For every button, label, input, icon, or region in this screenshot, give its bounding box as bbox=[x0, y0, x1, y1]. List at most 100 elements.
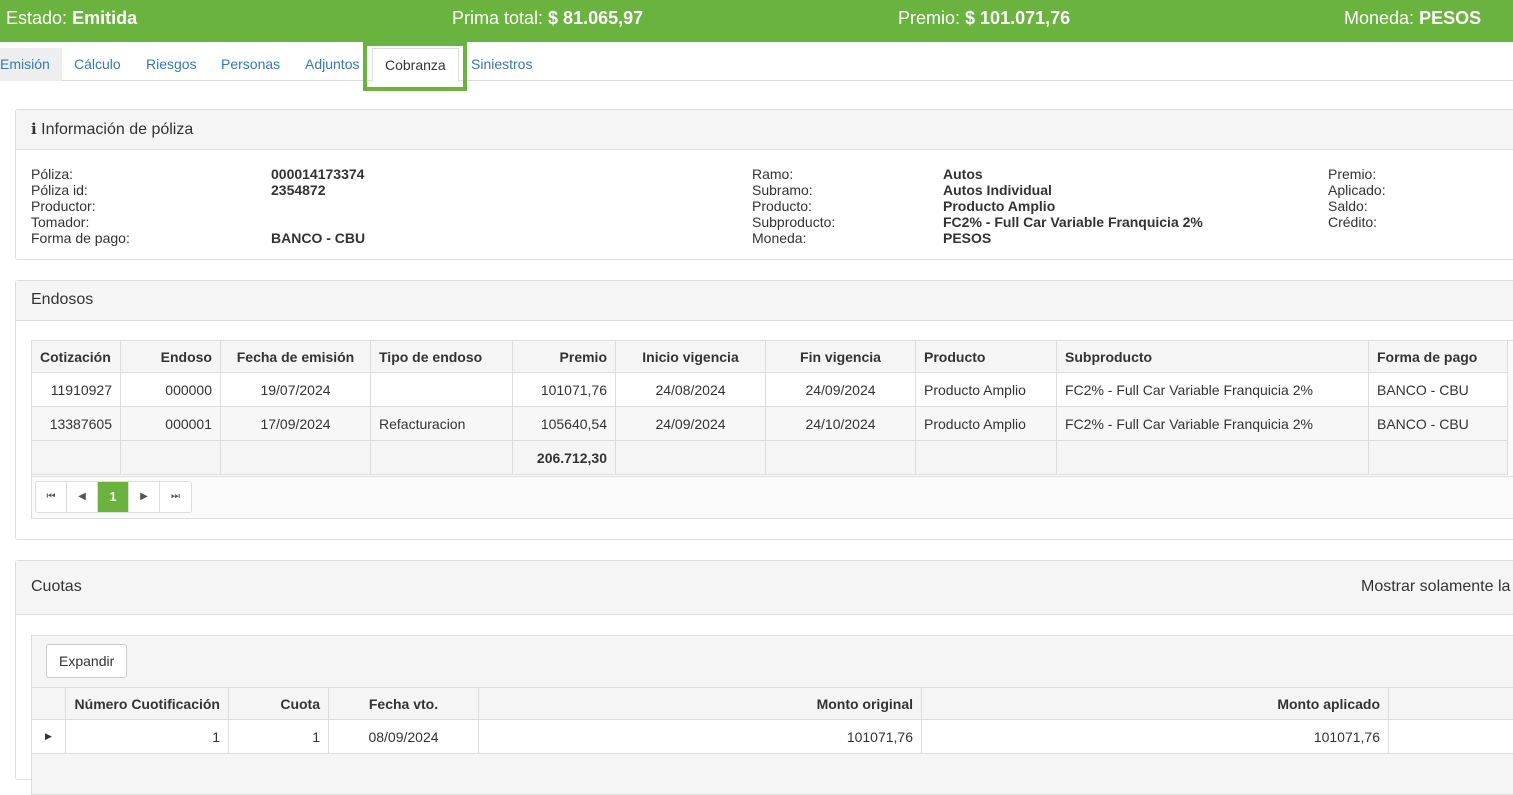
col-numero-cuotificacion[interactable]: Número Cuotificación bbox=[66, 688, 229, 720]
info-label: Póliza id: bbox=[31, 182, 88, 198]
col-extra bbox=[1389, 688, 1513, 720]
info-label: Subramo: bbox=[752, 182, 813, 198]
info-label: Saldo: bbox=[1328, 198, 1368, 214]
info-label: Tomador: bbox=[31, 214, 89, 230]
col-expander bbox=[32, 688, 66, 720]
prima-value: $ 81.065,97 bbox=[548, 8, 643, 28]
info-value: PESOS bbox=[943, 230, 991, 246]
table-row[interactable]: 13387605 000001 17/09/2024 Refacturacion… bbox=[32, 407, 1508, 441]
info-label: Producto: bbox=[752, 198, 812, 214]
col-fecha-vto[interactable]: Fecha vto. bbox=[329, 688, 479, 720]
info-label: Póliza: bbox=[31, 166, 73, 182]
col-cotizacion[interactable]: Cotización bbox=[32, 341, 121, 373]
info-icon: i bbox=[31, 120, 37, 138]
next-page-icon[interactable]: ▶ bbox=[129, 482, 160, 512]
page-number[interactable]: 1 bbox=[98, 482, 129, 512]
expand-row-icon[interactable]: ▶ bbox=[32, 720, 66, 754]
cell: FC2% - Full Car Variable Franquicia 2% bbox=[1057, 407, 1369, 441]
info-label: Productor: bbox=[31, 198, 96, 214]
info-value: 2354872 bbox=[271, 182, 326, 198]
last-page-icon[interactable]: ⏭ bbox=[160, 482, 191, 512]
policy-info-grid: Póliza: 000014173374 Póliza id: 2354872 … bbox=[16, 150, 1513, 260]
cell bbox=[121, 441, 221, 475]
policy-info-title: Información de póliza bbox=[41, 121, 193, 138]
tab-siniestros[interactable]: Siniestros bbox=[471, 48, 532, 81]
col-fin-vigencia[interactable]: Fin vigencia bbox=[766, 341, 916, 373]
info-value: BANCO - CBU bbox=[271, 230, 365, 246]
col-tipo-endoso[interactable]: Tipo de endoso bbox=[371, 341, 513, 373]
col-producto[interactable]: Producto bbox=[916, 341, 1057, 373]
cell: 101071,76 bbox=[922, 720, 1389, 754]
cell bbox=[616, 441, 766, 475]
policy-tabs: Emisión Cálculo Riesgos Personas Adjunto… bbox=[0, 42, 1513, 81]
cell: 24/09/2024 bbox=[616, 407, 766, 441]
policy-status-bar: Estado: Emitida Prima total: $ 81.065,97… bbox=[0, 0, 1513, 42]
table-row[interactable]: ▶ 1 1 08/09/2024 101071,76 101071,76 bbox=[32, 720, 1513, 754]
cell: Refacturacion bbox=[371, 407, 513, 441]
cell: FC2% - Full Car Variable Franquicia 2% bbox=[1057, 373, 1369, 407]
cell bbox=[221, 441, 371, 475]
table-header-row: Número Cuotificación Cuota Fecha vto. Mo… bbox=[32, 688, 1513, 720]
cell: 1 bbox=[229, 720, 329, 754]
info-label: Aplicado: bbox=[1328, 182, 1386, 198]
info-value: Autos bbox=[943, 166, 983, 182]
cell bbox=[1057, 441, 1369, 475]
col-subproducto[interactable]: Subproducto bbox=[1057, 341, 1369, 373]
pager-separator bbox=[31, 476, 1513, 477]
endosos-title: Endosos bbox=[31, 291, 93, 308]
col-cuota[interactable]: Cuota bbox=[229, 688, 329, 720]
col-inicio-vigencia[interactable]: Inicio vigencia bbox=[616, 341, 766, 373]
tab-adjuntos[interactable]: Adjuntos bbox=[305, 48, 359, 81]
cell: 11910927 bbox=[32, 373, 121, 407]
cell: 08/09/2024 bbox=[329, 720, 479, 754]
prima-summary: Prima total: $ 81.065,97 bbox=[452, 8, 643, 29]
col-monto-aplicado[interactable]: Monto aplicado bbox=[922, 688, 1389, 720]
cuotas-grid-container: Expandir Número Cuotificación Cuota Fech… bbox=[31, 635, 1513, 795]
cell: BANCO - CBU bbox=[1369, 407, 1508, 441]
info-label: Subproducto: bbox=[752, 214, 835, 230]
premio-summary: Premio: $ 101.071,76 bbox=[898, 8, 1070, 29]
col-forma-pago[interactable]: Forma de pago bbox=[1369, 341, 1508, 373]
cell: 1 bbox=[66, 720, 229, 754]
info-value: Autos Individual bbox=[943, 182, 1052, 198]
info-label: Moneda: bbox=[752, 230, 806, 246]
first-page-icon[interactable]: ⏮ bbox=[36, 482, 67, 512]
col-premio[interactable]: Premio bbox=[513, 341, 616, 373]
cuotas-panel: Cuotas Mostrar solamente la Expandir Núm… bbox=[15, 560, 1513, 780]
cell bbox=[1389, 720, 1513, 754]
info-value: 000014173374 bbox=[271, 166, 364, 182]
cell: 105640,54 bbox=[513, 407, 616, 441]
premio-value: $ 101.071,76 bbox=[965, 8, 1070, 28]
estado-summary: Estado: Emitida bbox=[6, 8, 137, 29]
cell bbox=[371, 441, 513, 475]
moneda-label: Moneda: bbox=[1344, 8, 1414, 28]
prev-page-icon[interactable]: ◀ bbox=[67, 482, 98, 512]
cell bbox=[371, 373, 513, 407]
cell: 24/08/2024 bbox=[616, 373, 766, 407]
cell: 24/10/2024 bbox=[766, 407, 916, 441]
info-label: Crédito: bbox=[1328, 214, 1377, 230]
estado-label: Estado: bbox=[6, 8, 67, 28]
expand-button[interactable]: Expandir bbox=[46, 644, 127, 678]
cell bbox=[766, 441, 916, 475]
policy-info-heading: i Información de póliza bbox=[16, 110, 1513, 150]
show-only-filter[interactable]: Mostrar solamente la bbox=[1361, 561, 1510, 613]
table-row[interactable]: 11910927 000000 19/07/2024 101071,76 24/… bbox=[32, 373, 1508, 407]
col-fecha-emision[interactable]: Fecha de emisión bbox=[221, 341, 371, 373]
tab-emision[interactable]: Emisión bbox=[0, 48, 62, 81]
tab-cobranza[interactable]: Cobranza bbox=[372, 48, 459, 82]
info-label: Ramo: bbox=[752, 166, 793, 182]
tab-personas[interactable]: Personas bbox=[221, 48, 280, 81]
tab-riesgos[interactable]: Riesgos bbox=[146, 48, 197, 81]
info-value: Producto Amplio bbox=[943, 198, 1055, 214]
cuotas-title: Cuotas bbox=[31, 578, 82, 595]
col-monto-original[interactable]: Monto original bbox=[479, 688, 922, 720]
col-endoso[interactable]: Endoso bbox=[121, 341, 221, 373]
tab-calculo[interactable]: Cálculo bbox=[74, 48, 121, 81]
cuotas-heading: Cuotas Mostrar solamente la bbox=[16, 561, 1513, 615]
estado-value: Emitida bbox=[72, 8, 137, 28]
policy-info-panel: i Información de póliza Póliza: 00001417… bbox=[15, 109, 1513, 260]
cell: 19/07/2024 bbox=[221, 373, 371, 407]
prima-label: Prima total: bbox=[452, 8, 543, 28]
cell bbox=[1369, 441, 1508, 475]
